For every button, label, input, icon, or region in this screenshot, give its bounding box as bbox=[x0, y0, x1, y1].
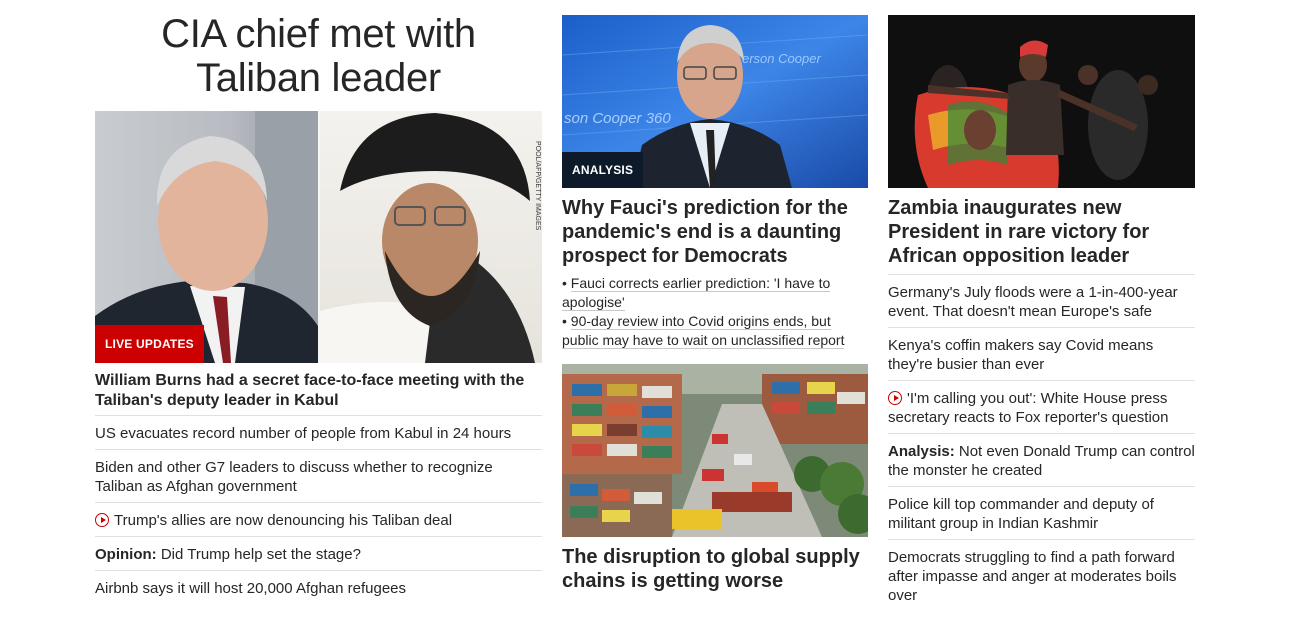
right-links-list: Germany's July floods were a 1-in-400-ye… bbox=[888, 274, 1195, 611]
list-item[interactable]: Germany's July floods were a 1-in-400-ye… bbox=[888, 274, 1195, 327]
bullet-link[interactable]: 90-day review into Covid origins ends, b… bbox=[562, 313, 845, 349]
list-item[interactable]: Opinion: Did Trump help set the stage? bbox=[95, 536, 542, 570]
link-text[interactable]: Airbnb says it will host 20,000 Afghan r… bbox=[95, 580, 406, 597]
link-text[interactable]: Biden and other G7 leaders to discuss wh… bbox=[95, 459, 493, 495]
list-item[interactable]: Airbnb says it will host 20,000 Afghan r… bbox=[95, 570, 542, 604]
fauci-story-title[interactable]: Why Fauci's prediction for the pandemic'… bbox=[562, 188, 868, 272]
studio-text: erson Cooper bbox=[742, 51, 821, 66]
link-text[interactable]: 'I'm calling you out': White House press… bbox=[888, 390, 1168, 426]
play-icon bbox=[888, 391, 902, 405]
link-text[interactable]: Democrats struggling to find a path forw… bbox=[888, 549, 1177, 604]
list-item[interactable]: • Fauci corrects earlier prediction: 'I … bbox=[562, 274, 868, 312]
list-item[interactable]: US evacuates record number of people fro… bbox=[95, 415, 542, 449]
list-item[interactable]: • 90-day review into Covid origins ends,… bbox=[562, 312, 868, 350]
studio-text: son Cooper 360 bbox=[564, 110, 671, 127]
link-text[interactable]: Police kill top commander and deputy of … bbox=[888, 496, 1154, 532]
link-text[interactable]: Trump's allies are now denouncing his Ta… bbox=[114, 512, 452, 529]
link-text[interactable]: Kenya's coffin makers say Covid means th… bbox=[888, 337, 1153, 373]
opinion-prefix: Opinion: bbox=[95, 546, 157, 563]
image-credit: POOL/AFP/GETTY IMAGES bbox=[534, 141, 541, 231]
link-text[interactable]: US evacuates record number of people fro… bbox=[95, 425, 511, 442]
fauci-bullets: • Fauci corrects earlier prediction: 'I … bbox=[562, 272, 868, 350]
zambia-image[interactable] bbox=[888, 15, 1195, 188]
link-text[interactable]: Germany's July floods were a 1-in-400-ye… bbox=[888, 284, 1178, 320]
play-icon bbox=[95, 513, 109, 527]
lead-image[interactable]: POOL/AFP/GETTY IMAGES LIVE UPDATES bbox=[95, 111, 542, 363]
list-item[interactable]: Police kill top commander and deputy of … bbox=[888, 486, 1195, 539]
supply-chain-title[interactable]: The disruption to global supply chains i… bbox=[562, 537, 868, 597]
list-item[interactable]: Analysis: Not even Donald Trump can cont… bbox=[888, 433, 1195, 486]
lead-story-title[interactable]: William Burns had a secret face-to-face … bbox=[95, 363, 542, 415]
analysis-badge: ANALYSIS bbox=[562, 152, 644, 188]
bullet-link[interactable]: Fauci corrects earlier prediction: 'I ha… bbox=[562, 275, 831, 311]
container-port-photo bbox=[562, 364, 868, 537]
right-column: Zambia inaugurates new President in rare… bbox=[888, 0, 1195, 611]
related-links-list: US evacuates record number of people fro… bbox=[95, 415, 542, 604]
zambia-celebration-photo bbox=[888, 15, 1195, 188]
zambia-story-title[interactable]: Zambia inaugurates new President in rare… bbox=[888, 188, 1195, 272]
middle-column: erson Cooper son Cooper 360 ANALYSIS Why… bbox=[562, 0, 868, 597]
list-item[interactable]: 'I'm calling you out': White House press… bbox=[888, 380, 1195, 433]
lead-headline[interactable]: CIA chief met with Taliban leader bbox=[95, 12, 542, 100]
fauci-image[interactable]: erson Cooper son Cooper 360 ANALYSIS bbox=[562, 15, 868, 188]
lead-story-column: CIA chief met with Taliban leader POOL/A… bbox=[95, 0, 542, 604]
list-item[interactable]: Biden and other G7 leaders to discuss wh… bbox=[95, 449, 542, 502]
port-image[interactable] bbox=[562, 364, 868, 537]
link-text[interactable]: Did Trump help set the stage? bbox=[161, 546, 361, 563]
list-item[interactable]: Kenya's coffin makers say Covid means th… bbox=[888, 327, 1195, 380]
analysis-prefix: Analysis: bbox=[888, 443, 955, 460]
list-item[interactable]: Democrats struggling to find a path forw… bbox=[888, 539, 1195, 611]
live-updates-badge: LIVE UPDATES bbox=[95, 325, 204, 363]
list-item[interactable]: Trump's allies are now denouncing his Ta… bbox=[95, 502, 542, 536]
